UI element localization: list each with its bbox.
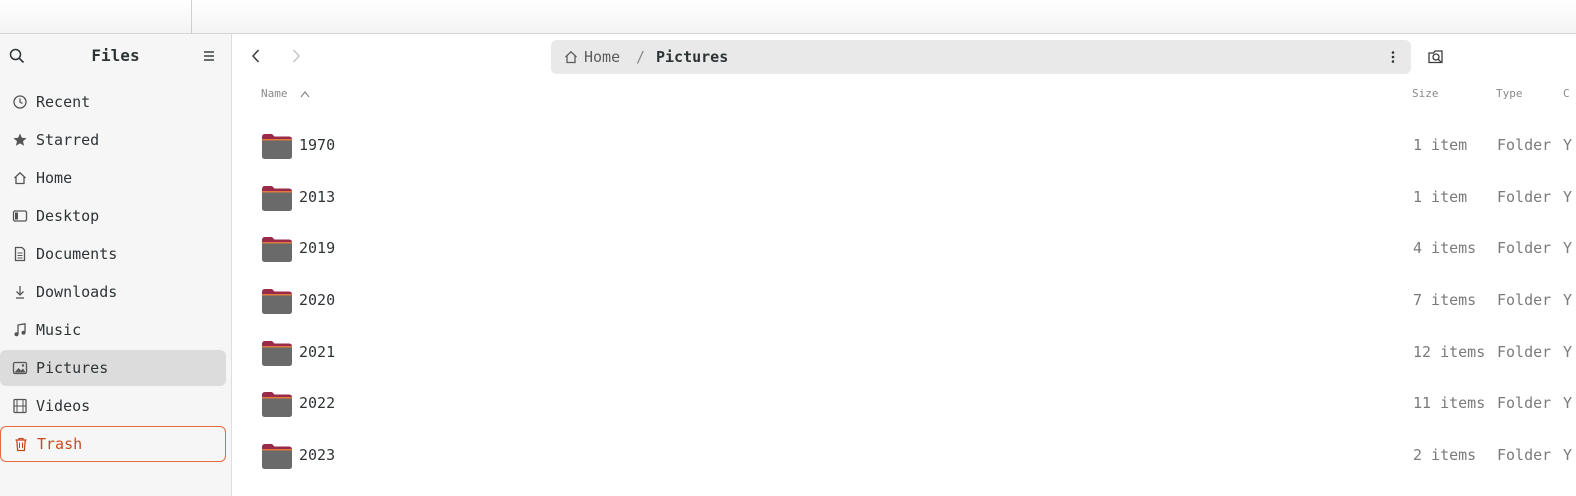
file-size: 11 items bbox=[1413, 394, 1486, 413]
breadcrumb-home[interactable]: Home bbox=[584, 48, 620, 66]
forward-arrow-icon[interactable] bbox=[286, 46, 306, 66]
star-icon bbox=[13, 133, 27, 146]
sidebar-item-label: Pictures bbox=[36, 359, 109, 377]
clock-icon bbox=[13, 95, 27, 109]
file-extra: Y bbox=[1563, 446, 1573, 465]
file-row[interactable]: 2019 4 items Folder Y bbox=[232, 223, 1576, 275]
file-extra: Y bbox=[1563, 342, 1573, 361]
column-header-size[interactable]: Size bbox=[1412, 87, 1439, 100]
sidebar-item-documents[interactable]: Documents bbox=[0, 236, 226, 272]
back-arrow-icon[interactable] bbox=[246, 46, 266, 66]
home-icon bbox=[14, 171, 26, 185]
file-row[interactable]: 2013 1 item Folder Y bbox=[232, 172, 1576, 224]
file-type: Folder bbox=[1497, 239, 1552, 258]
folder-icon bbox=[262, 444, 292, 470]
image-icon bbox=[12, 361, 28, 375]
folder-icon bbox=[262, 392, 292, 418]
sidebar-item-home[interactable]: Home bbox=[0, 160, 226, 196]
file-size: 4 items bbox=[1413, 239, 1477, 258]
sidebar-header: Files bbox=[0, 34, 231, 80]
breadcrumb-current[interactable]: Pictures bbox=[656, 48, 728, 66]
file-row[interactable]: 2020 7 items Folder Y bbox=[232, 275, 1576, 327]
sidebar-item-videos[interactable]: Videos bbox=[0, 388, 226, 424]
search-location-icon[interactable] bbox=[1426, 47, 1446, 67]
file-type: Folder bbox=[1497, 342, 1552, 361]
more-options-icon[interactable] bbox=[1385, 49, 1401, 65]
download-icon bbox=[16, 286, 24, 299]
file-extra: Y bbox=[1563, 291, 1573, 310]
sidebar-item-recent[interactable]: Recent bbox=[0, 84, 226, 120]
sidebar-item-label: Trash bbox=[37, 435, 83, 453]
file-type: Folder bbox=[1497, 394, 1552, 413]
folder-icon bbox=[262, 289, 292, 315]
file-row[interactable]: 2021 12 items Folder Y bbox=[232, 327, 1576, 379]
sidebar-item-label: Downloads bbox=[36, 283, 118, 301]
sidebar-item-desktop[interactable]: Desktop bbox=[0, 198, 226, 234]
column-header-type[interactable]: Type bbox=[1496, 87, 1523, 100]
file-name: 2020 bbox=[299, 291, 336, 310]
sidebar-item-label: Starred bbox=[36, 131, 100, 149]
file-list: 1970 1 item Folder Y 2013 1 item Folder … bbox=[232, 120, 1576, 482]
file-type: Folder bbox=[1497, 187, 1552, 206]
column-header-extra[interactable]: C bbox=[1563, 87, 1570, 100]
sidebar-item-label: Home bbox=[36, 169, 73, 187]
file-row[interactable]: 2022 11 items Folder Y bbox=[232, 378, 1576, 430]
document-icon bbox=[14, 246, 26, 262]
file-name: 2013 bbox=[299, 187, 336, 206]
file-extra: Y bbox=[1563, 239, 1573, 258]
sort-ascending-icon bbox=[300, 91, 310, 98]
sidebar-item-label: Videos bbox=[36, 397, 91, 415]
file-size: 2 items bbox=[1413, 446, 1477, 465]
file-size: 1 item bbox=[1413, 187, 1468, 206]
sidebar-item-pictures[interactable]: Pictures bbox=[0, 350, 226, 386]
file-row[interactable]: 1970 1 item Folder Y bbox=[232, 120, 1576, 172]
file-name: 2019 bbox=[299, 239, 336, 258]
file-size: 12 items bbox=[1413, 342, 1486, 361]
file-type: Folder bbox=[1497, 136, 1552, 154]
file-type: Folder bbox=[1497, 446, 1552, 465]
sidebar-item-starred[interactable]: Starred bbox=[0, 122, 226, 158]
folder-icon bbox=[262, 185, 292, 211]
home-icon bbox=[565, 50, 577, 64]
main-view: Home / Pictures Name Size Type C 1970 1 bbox=[232, 34, 1576, 496]
trash-icon bbox=[15, 437, 27, 452]
sidebar-places: Recent Starred Home Desktop Documents Do… bbox=[0, 84, 231, 464]
folder-icon bbox=[262, 134, 292, 159]
sidebar-item-label: Desktop bbox=[36, 207, 100, 225]
file-extra: Y bbox=[1563, 394, 1573, 413]
sidebar-item-label: Documents bbox=[36, 245, 118, 263]
file-extra: Y bbox=[1563, 187, 1573, 206]
file-row[interactable]: 2023 2 items Folder Y bbox=[232, 430, 1576, 482]
file-name: 1970 bbox=[299, 136, 336, 154]
file-name: 2022 bbox=[299, 394, 336, 413]
folder-icon bbox=[262, 340, 292, 366]
file-name: 2023 bbox=[299, 446, 336, 465]
file-type: Folder bbox=[1497, 291, 1552, 310]
file-name: 2021 bbox=[299, 342, 336, 361]
file-size: 1 item bbox=[1413, 136, 1468, 154]
file-size: 7 items bbox=[1413, 291, 1477, 310]
desktop-icon bbox=[12, 210, 28, 222]
sidebar: Files Recent Starred Home Desktop Docume… bbox=[0, 34, 232, 496]
pathbar: Home / Pictures bbox=[551, 40, 1411, 74]
file-extra: Y bbox=[1563, 136, 1573, 154]
column-header-label: Name bbox=[261, 87, 288, 100]
breadcrumb-separator: / bbox=[636, 48, 646, 66]
film-icon bbox=[13, 398, 27, 414]
sidebar-item-music[interactable]: Music bbox=[0, 312, 226, 348]
column-header-name[interactable]: Name bbox=[261, 87, 310, 100]
music-icon bbox=[14, 323, 26, 337]
sidebar-item-downloads[interactable]: Downloads bbox=[0, 274, 226, 310]
sidebar-item-label: Recent bbox=[36, 93, 91, 111]
sidebar-item-trash[interactable]: Trash bbox=[0, 426, 226, 462]
hamburger-menu-icon[interactable] bbox=[200, 47, 218, 65]
folder-icon bbox=[262, 237, 292, 263]
top-strip-divider bbox=[191, 0, 192, 34]
sidebar-title: Files bbox=[91, 46, 140, 65]
top-strip bbox=[0, 0, 1576, 34]
sidebar-item-label: Music bbox=[36, 321, 82, 339]
